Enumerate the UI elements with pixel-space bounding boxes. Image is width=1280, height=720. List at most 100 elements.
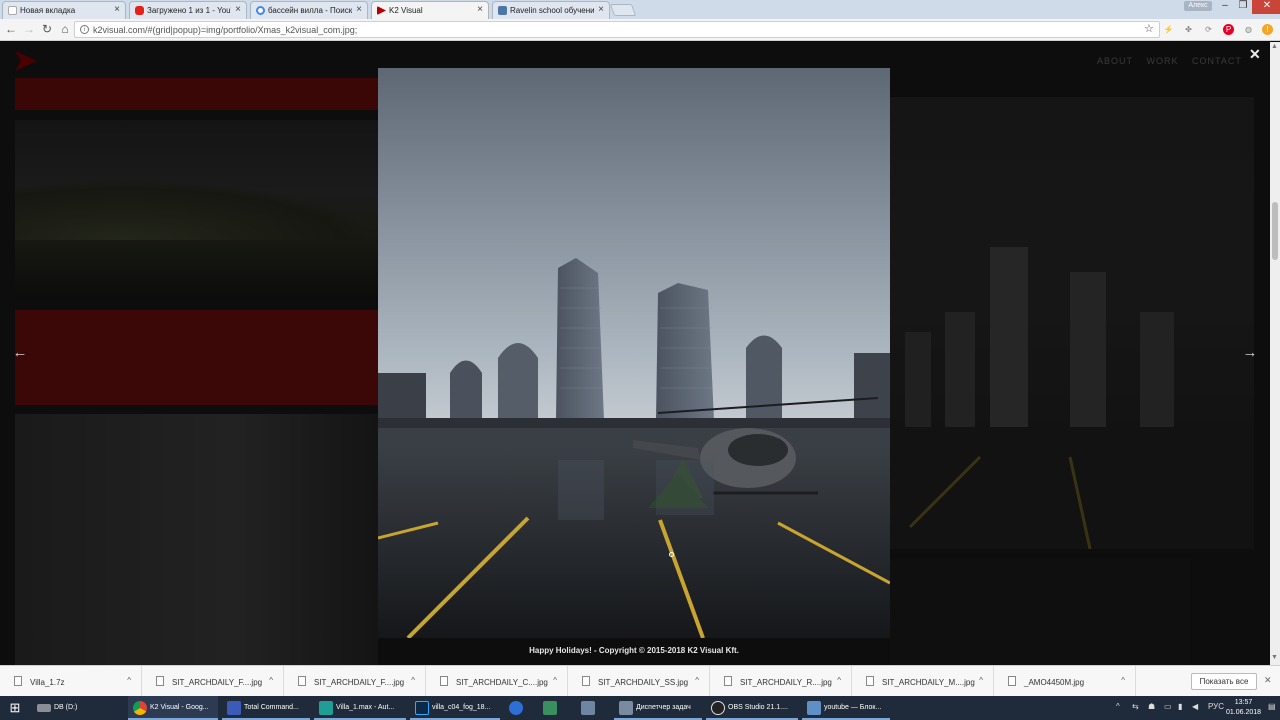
taskbar-item-photoshop[interactable]: villa_c04_fog_18... bbox=[410, 696, 500, 720]
tab-k2-visual[interactable]: K2 Visual × bbox=[371, 1, 489, 20]
tray-signal-icon[interactable]: ▮ bbox=[1178, 702, 1182, 711]
grid-tile-red[interactable] bbox=[15, 78, 378, 110]
download-item[interactable]: SIT_ARCHDAILY_M....jpg ^ bbox=[852, 666, 994, 697]
chevron-up-icon[interactable]: ^ bbox=[837, 676, 841, 685]
profile-button[interactable]: Алекс bbox=[1184, 1, 1212, 11]
download-filename: SIT_ARCHDAILY_C....jpg bbox=[456, 678, 548, 687]
tab-new-tab[interactable]: Новая вкладка × bbox=[2, 1, 126, 19]
tab-ravelin-school[interactable]: Ravelin school обучение × bbox=[492, 1, 610, 19]
site-nav: ABOUT WORK CONTACT bbox=[1097, 56, 1252, 66]
taskbar-item-task-manager[interactable]: Диспетчер задач bbox=[614, 696, 702, 720]
grid-tile-dark[interactable] bbox=[890, 559, 1190, 665]
close-tab-icon[interactable]: × bbox=[114, 4, 120, 15]
page-viewport: ABOUT WORK CONTACT ← → ✕ Happy Holidays!… bbox=[0, 42, 1270, 665]
lightbox-image[interactable] bbox=[378, 68, 890, 638]
notifications-icon[interactable]: ▤ bbox=[1268, 702, 1276, 711]
windows-start-icon[interactable]: ⊞ bbox=[0, 696, 30, 720]
tray-monitor-icon[interactable]: ▭ bbox=[1164, 702, 1172, 711]
reload-icon[interactable]: ↻ bbox=[40, 22, 54, 36]
taskbar-item-label: Villa_1.max - Aut... bbox=[336, 704, 395, 711]
lightbox-prev-arrow-icon[interactable]: ← bbox=[10, 344, 30, 361]
download-item[interactable]: _AMO4450M.jpg ^ bbox=[994, 666, 1136, 697]
download-item[interactable]: SIT_ARCHDAILY_R....jpg ^ bbox=[710, 666, 852, 697]
k2-logo-icon[interactable] bbox=[15, 51, 37, 71]
new-tab-button[interactable] bbox=[609, 4, 637, 16]
home-icon[interactable]: ⌂ bbox=[58, 22, 72, 36]
tab-google-search[interactable]: бассейн вилла - Поиск в Google × bbox=[250, 1, 368, 19]
download-item[interactable]: SIT_ARCHDAILY_F....jpg ^ bbox=[142, 666, 284, 697]
close-tab-icon[interactable]: × bbox=[235, 4, 241, 15]
chevron-up-icon[interactable]: ^ bbox=[411, 676, 415, 685]
nav-about-link[interactable]: ABOUT bbox=[1097, 56, 1133, 66]
nav-work-link[interactable]: WORK bbox=[1147, 56, 1179, 66]
forward-icon[interactable]: → bbox=[22, 22, 36, 36]
scrollbar-thumb[interactable] bbox=[1272, 202, 1278, 260]
chevron-up-icon[interactable]: ^ bbox=[269, 676, 273, 685]
alert-extension-icon[interactable]: ! bbox=[1262, 24, 1273, 35]
chevron-up-icon[interactable]: ^ bbox=[695, 676, 699, 685]
download-filename: SIT_ARCHDAILY_M....jpg bbox=[882, 678, 975, 687]
bolt-extension-icon[interactable]: ⚡ bbox=[1163, 24, 1174, 35]
google-icon bbox=[256, 6, 265, 15]
maximize-icon[interactable]: ❐ bbox=[1234, 0, 1252, 11]
page-scrollbar[interactable]: ▲ ▼ bbox=[1270, 42, 1280, 665]
tray-overflow-icon[interactable]: ^ bbox=[1116, 702, 1120, 711]
grid-tile-city[interactable] bbox=[890, 97, 1254, 550]
taskbar-item-notepad[interactable]: youtube — Блок... bbox=[802, 696, 890, 720]
floppy-icon bbox=[227, 701, 241, 715]
taskbar-item-drive[interactable]: DB (D:) bbox=[32, 696, 124, 720]
puzzle-extension-icon[interactable]: ✤ bbox=[1183, 24, 1194, 35]
notepad-icon bbox=[807, 701, 821, 715]
nav-contact-link[interactable]: CONTACT bbox=[1192, 56, 1242, 66]
document-icon bbox=[581, 701, 595, 715]
system-clock[interactable]: 13:57 01.06.2018 bbox=[1226, 698, 1261, 718]
grid-tile-fog[interactable] bbox=[15, 414, 378, 665]
tab-title: Загружено 1 из 1 - YouTube bbox=[147, 6, 231, 15]
download-item[interactable]: Villa_1.7z ^ bbox=[0, 666, 142, 697]
close-tab-icon[interactable]: × bbox=[356, 4, 362, 15]
download-filename: SIT_ARCHDAILY_R....jpg bbox=[740, 678, 832, 687]
back-icon[interactable]: ← bbox=[4, 22, 18, 36]
close-tab-icon[interactable]: × bbox=[598, 4, 604, 15]
chevron-up-icon[interactable]: ^ bbox=[1121, 676, 1125, 685]
show-all-downloads-button[interactable]: Показать все bbox=[1191, 673, 1257, 690]
download-item[interactable]: SIT_ARCHDAILY_C....jpg ^ bbox=[426, 666, 568, 697]
taskbar-item-3dsmax[interactable]: Villa_1.max - Aut... bbox=[314, 696, 406, 720]
grid-tile-landscape[interactable] bbox=[15, 120, 378, 300]
download-item[interactable]: SIT_ARCHDAILY_F....jpg ^ bbox=[284, 666, 426, 697]
chevron-up-icon[interactable]: ^ bbox=[127, 676, 131, 685]
taskbar-item-obs[interactable]: OBS Studio 21.1.... bbox=[706, 696, 798, 720]
grid-tile-red[interactable] bbox=[15, 310, 378, 405]
pinterest-extension-icon[interactable]: P bbox=[1223, 24, 1234, 35]
bookmark-star-icon[interactable]: ☆ bbox=[1144, 22, 1154, 35]
scroll-down-icon[interactable]: ▼ bbox=[1271, 654, 1278, 661]
tray-app-icon[interactable]: ☗ bbox=[1148, 702, 1155, 711]
image-file-icon bbox=[866, 676, 874, 686]
close-downloads-bar-icon[interactable]: ✕ bbox=[1264, 675, 1272, 686]
language-indicator[interactable]: РУС bbox=[1208, 702, 1224, 711]
scroll-up-icon[interactable]: ▲ bbox=[1271, 43, 1278, 50]
taskbar-item-label: youtube — Блок... bbox=[824, 704, 882, 711]
globe-extension-icon[interactable]: ◍ bbox=[1243, 24, 1254, 35]
taskbar-item-total-commander[interactable]: Total Command... bbox=[222, 696, 310, 720]
tray-volume-icon[interactable]: ◀ bbox=[1192, 702, 1198, 711]
taskbar-item-label: DB (D:) bbox=[54, 704, 78, 711]
lightbox-close-icon[interactable]: ✕ bbox=[1249, 46, 1261, 63]
minimize-icon[interactable]: – bbox=[1216, 0, 1234, 11]
taskbar-item-vray[interactable] bbox=[504, 696, 534, 720]
download-item[interactable]: SIT_ARCHDAILY_SS.jpg ^ bbox=[568, 666, 710, 697]
taskbar-item-chrome[interactable]: K2 Visual - Goog... bbox=[128, 696, 218, 720]
window-close-icon[interactable]: ✕ bbox=[1252, 0, 1280, 14]
close-tab-icon[interactable]: × bbox=[477, 4, 483, 15]
site-info-icon[interactable]: i bbox=[80, 25, 89, 34]
chevron-up-icon[interactable]: ^ bbox=[553, 676, 557, 685]
tray-network-icon[interactable]: ⇆ bbox=[1132, 702, 1139, 711]
lightbox-next-arrow-icon[interactable]: → bbox=[1240, 344, 1260, 361]
sync-extension-icon[interactable]: ⟳ bbox=[1203, 24, 1214, 35]
taskbar-item-document[interactable] bbox=[576, 696, 606, 720]
chevron-up-icon[interactable]: ^ bbox=[979, 676, 983, 685]
image-file-icon bbox=[1008, 676, 1016, 686]
tab-youtube[interactable]: Загружено 1 из 1 - YouTube × bbox=[129, 1, 247, 19]
address-bar[interactable]: i k2visual.com/#(grid|popup)=img/portfol… bbox=[74, 21, 1160, 38]
taskbar-item-window[interactable] bbox=[538, 696, 568, 720]
